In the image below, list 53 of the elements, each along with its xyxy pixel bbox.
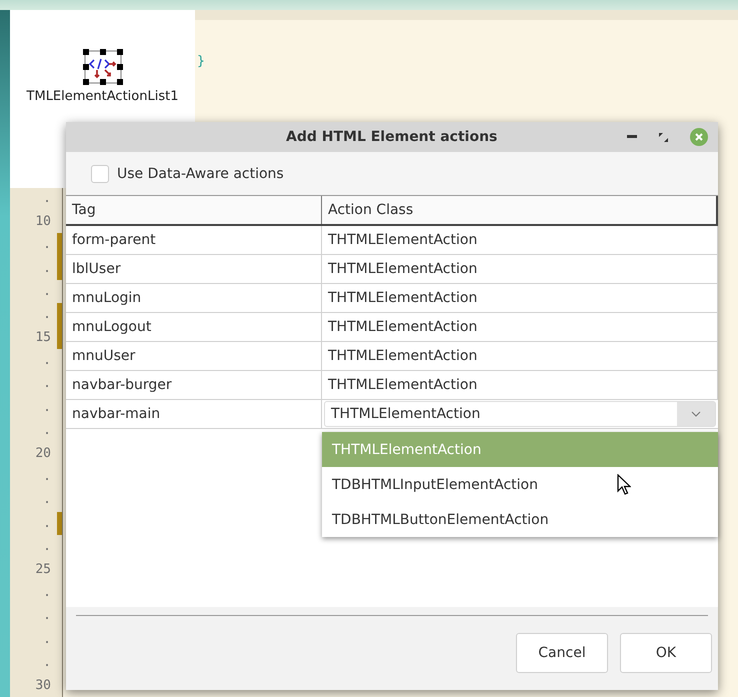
column-header[interactable]: Tag <box>66 196 322 224</box>
line-number: . <box>43 376 52 392</box>
mouse-pointer-icon <box>617 474 631 496</box>
line-number: . <box>43 284 52 299</box>
line-number: . <box>43 516 52 531</box>
line-number: 25 <box>35 562 52 577</box>
dropdown-option[interactable]: TDBHTMLInputElementAction <box>322 467 718 502</box>
code-text: } <box>197 54 205 69</box>
line-number: . <box>43 654 52 670</box>
minimize-icon[interactable] <box>627 135 637 139</box>
component-label: TMLElementActionList1 <box>26 89 178 104</box>
line-number: . <box>43 585 52 600</box>
line-number: . <box>43 190 52 206</box>
line-number: . <box>43 237 52 252</box>
dropdown-option[interactable]: TDBHTMLButtonElementAction <box>322 502 718 537</box>
line-number: . <box>43 492 52 508</box>
line-number: . <box>43 306 52 322</box>
table-cell: mnuUser <box>66 342 322 370</box>
table-cell: mnuLogout <box>66 313 322 341</box>
window-title: Add HTML Element actions <box>286 129 498 145</box>
table-cell: lblUser <box>66 255 322 283</box>
table-cell: THTMLElementAction <box>322 226 718 254</box>
column-header[interactable]: Action Class <box>322 196 716 224</box>
table-cell: THTMLElementAction <box>322 284 718 312</box>
line-number: . <box>43 422 52 438</box>
checkbox-label: Use Data-Aware actions <box>117 166 284 182</box>
line-number: . <box>43 400 52 415</box>
table-cell: navbar-burger <box>66 371 322 399</box>
table-cell: THTMLElementAction <box>322 255 718 283</box>
checkbox[interactable] <box>91 164 109 182</box>
line-number: 10 <box>35 214 52 230</box>
table-cell: form-parent <box>66 226 322 254</box>
line-number: 30 <box>35 678 52 693</box>
line-number: . <box>43 538 52 554</box>
chevron-down-icon <box>691 411 701 417</box>
restore-icon[interactable] <box>659 132 668 142</box>
line-number: . <box>43 353 52 368</box>
component-icon[interactable] <box>80 47 124 87</box>
line-number: 20 <box>35 446 52 462</box>
table-cell: navbar-main <box>66 400 322 428</box>
line-number: 15 <box>35 330 52 346</box>
close-icon[interactable] <box>690 128 708 146</box>
table-cell: mnuLogin <box>66 284 322 312</box>
ok-button[interactable]: OK <box>620 633 712 673</box>
table-cell: THTMLElementAction <box>322 342 718 370</box>
table-cell: THTMLElementAction <box>322 371 718 399</box>
line-number: . <box>43 260 52 276</box>
table-cell: THTMLElementAction <box>322 313 718 341</box>
line-number: . <box>43 608 52 624</box>
line-number: . <box>43 632 52 647</box>
line-number: . <box>43 469 52 484</box>
action-class-dropdown[interactable]: THTMLElementAction <box>324 401 716 427</box>
cancel-button[interactable]: Cancel <box>516 633 608 673</box>
